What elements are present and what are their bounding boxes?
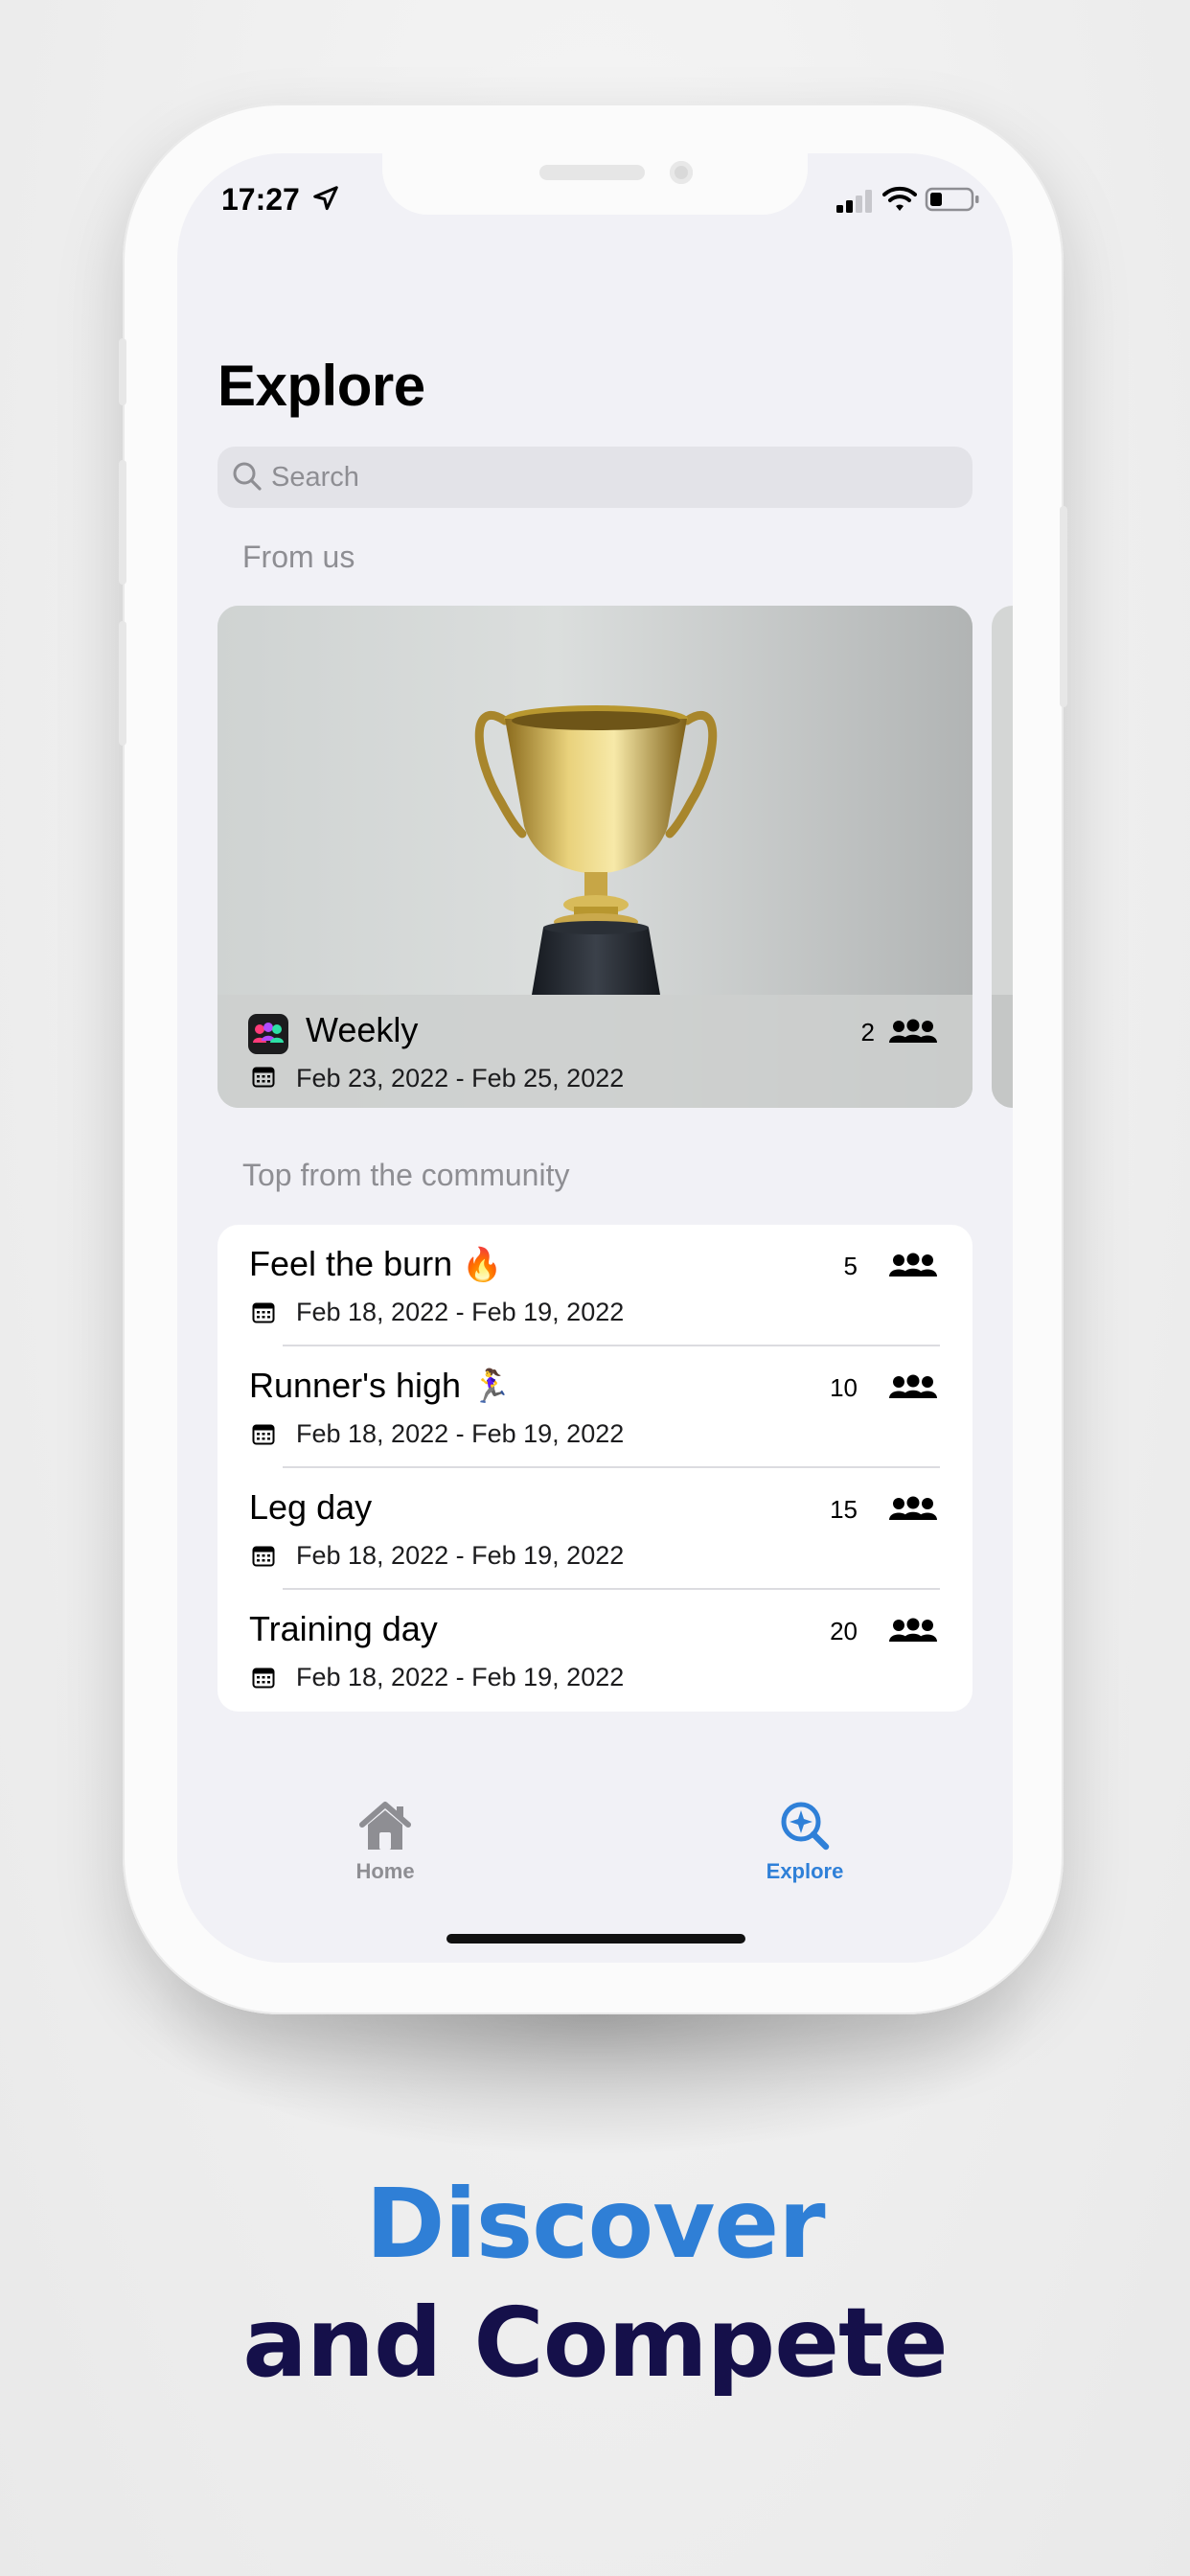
tab-explore[interactable]: Explore (709, 1800, 901, 1884)
next-card-info-strip (992, 995, 1013, 1108)
section-label-from-us: From us (242, 540, 355, 574)
participant-count: 2 (860, 1018, 875, 1046)
challenge-date-range: Feb 18, 2022 - Feb 19, 2022 (296, 1419, 625, 1448)
volume-down-button (119, 621, 126, 746)
headline-line-2: and Compete (242, 2287, 948, 2399)
cellular-signal-icon (836, 190, 872, 213)
community-challenge-list: Feel the burn 🔥 5 Feb 18, 2022 - Feb 19,… (217, 1225, 973, 1712)
challenge-date-range: Feb 18, 2022 - Feb 19, 2022 (296, 1298, 625, 1326)
card-date-range: Feb 23, 2022 - Feb 25, 2022 (296, 1064, 625, 1092)
front-camera (670, 161, 693, 184)
list-item[interactable]: Training day 20 Feb 18, 2022 - Feb 19, 2… (217, 1590, 973, 1712)
section-label-community: Top from the community (242, 1158, 570, 1192)
search-icon (233, 462, 262, 491)
volume-up-button (119, 460, 126, 585)
page-title: Explore (217, 354, 425, 418)
mute-switch (119, 338, 126, 405)
calendar-icon (252, 1424, 275, 1445)
challenge-emoji: 🏃‍♀️ (470, 1368, 512, 1405)
list-item[interactable]: Leg day 15 Feb 18, 2022 - Feb 19, 2022 (217, 1468, 973, 1590)
group-app-icon (248, 1014, 288, 1054)
participant-count: 5 (843, 1252, 858, 1280)
people-icon (889, 1618, 937, 1642)
tab-home[interactable]: Home (289, 1800, 481, 1884)
search-placeholder: Search (271, 462, 359, 493)
calendar-icon (252, 1067, 275, 1088)
featured-challenge-card[interactable]: Weekly 2 Feb 23, 2022 - Feb 25, 2022 (217, 606, 973, 1108)
participant-count: 10 (830, 1373, 858, 1402)
wifi-icon (882, 186, 917, 211)
challenge-title: Leg day (249, 1487, 373, 1527)
people-icon (889, 1253, 937, 1276)
next-featured-card-peek[interactable] (992, 606, 1013, 1108)
list-item[interactable]: Runner's high 🏃‍♀️ 10 Feb 18, 2022 - Feb… (217, 1346, 973, 1468)
location-arrow-icon (313, 186, 338, 211)
challenge-date-range: Feb 18, 2022 - Feb 19, 2022 (296, 1541, 625, 1570)
participant-count: 15 (830, 1495, 858, 1524)
explore-search-icon (781, 1802, 830, 1851)
tab-label-explore: Explore (766, 1859, 844, 1883)
challenge-date-range: Feb 18, 2022 - Feb 19, 2022 (296, 1663, 625, 1691)
challenge-title: Feel the burn 🔥 (249, 1244, 503, 1283)
challenge-title: Runner's high 🏃‍♀️ (249, 1366, 512, 1405)
notch (382, 153, 808, 215)
search-input[interactable]: Search (217, 447, 973, 508)
card-info-panel: Weekly 2 Feb 23, 2022 - Feb 25, 2022 (217, 995, 973, 1108)
card-title: Weekly (306, 1010, 419, 1049)
battery-icon (925, 187, 979, 212)
calendar-icon (252, 1546, 275, 1567)
calendar-icon (252, 1668, 275, 1689)
challenge-emoji: 🔥 (462, 1247, 503, 1283)
people-icon (889, 1374, 937, 1398)
home-indicator[interactable] (446, 1934, 745, 1944)
people-icon (889, 1019, 937, 1043)
people-icon (889, 1496, 937, 1520)
power-button (1060, 506, 1067, 707)
list-item[interactable]: Feel the burn 🔥 5 Feb 18, 2022 - Feb 19,… (217, 1225, 973, 1346)
participant-count: 20 (830, 1617, 858, 1645)
tab-label-home: Home (355, 1859, 415, 1883)
phone-screen: 17:27 Explore Search From us Weekly 2 Fe… (177, 153, 1013, 1963)
house-icon (359, 1802, 411, 1850)
calendar-icon (252, 1302, 275, 1323)
status-time: 17:27 (221, 182, 300, 217)
headline-line-1: Discover (365, 2168, 825, 2280)
challenge-title: Training day (249, 1609, 438, 1648)
speaker-grille (539, 165, 645, 180)
